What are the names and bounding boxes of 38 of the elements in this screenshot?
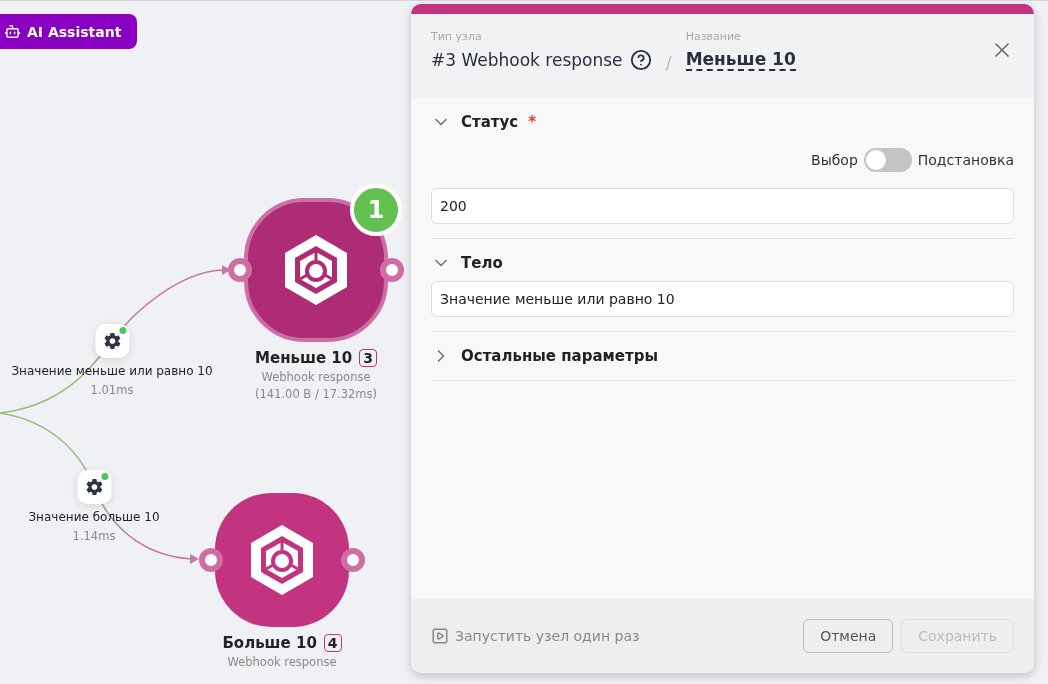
ai-assistant-button[interactable]: AI Assistant [0,14,138,49]
node-type: Webhook response [261,370,371,384]
condition-node[interactable] [95,324,129,358]
condition-label: Значение меньше или равно 10 [11,364,213,378]
port-handle[interactable] [341,548,365,572]
node-title: Меньше 10 [255,349,353,367]
toggle-label: Выбор [811,152,858,168]
play-icon [431,627,449,645]
separator-text: / [665,52,672,73]
condition-time: 1.14ms [72,529,116,543]
robot-icon [4,23,21,40]
condition-label: Значение больше 10 [28,510,160,524]
input-field[interactable]: Значение меньше или равно 10 [431,281,1014,317]
section-header[interactable]: Остальные параметры [431,346,1014,366]
port-handle[interactable] [199,548,223,572]
field-label: Тип узла [431,30,483,43]
condition-node[interactable] [77,470,111,504]
node-title: Больше 10 [222,634,317,652]
input-field[interactable]: 200 [431,188,1014,224]
gear-icon [85,478,103,496]
port-handle[interactable] [380,258,404,282]
condition-time: 1.01ms [90,383,134,397]
node-type-value: #3 Webhook response [431,50,623,70]
section-header[interactable]: Тело [431,253,1014,273]
node-name[interactable]: Меньше 10 [685,49,796,71]
toggle-label: Подстановка [917,152,1014,168]
field-label: Название [685,30,742,43]
node-type: Webhook response [227,655,337,669]
node-index: 4 [323,634,342,652]
node-stats: (141.00 B / 17.32ms) [254,387,378,401]
gear-icon [103,332,121,350]
cancel-button[interactable]: Отмена [803,619,894,653]
mode-switch[interactable] [863,148,912,172]
count-badge: 1 [350,184,402,236]
section-header[interactable]: Статус * [431,112,1014,132]
node-index: 3 [359,349,377,367]
port-handle[interactable] [228,258,252,282]
help-icon[interactable] [629,49,652,71]
